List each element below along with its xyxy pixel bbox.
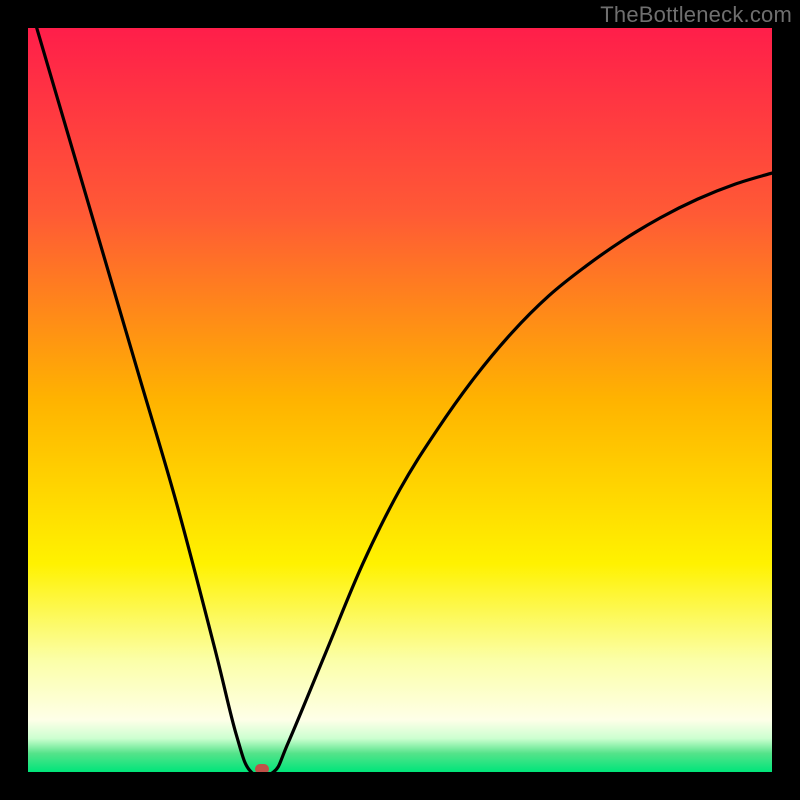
attribution-text: TheBottleneck.com xyxy=(600,2,792,28)
plot-area xyxy=(28,28,772,772)
bottleneck-curve xyxy=(28,28,772,772)
outer-frame: TheBottleneck.com xyxy=(0,0,800,800)
optimal-point-marker xyxy=(255,764,269,772)
